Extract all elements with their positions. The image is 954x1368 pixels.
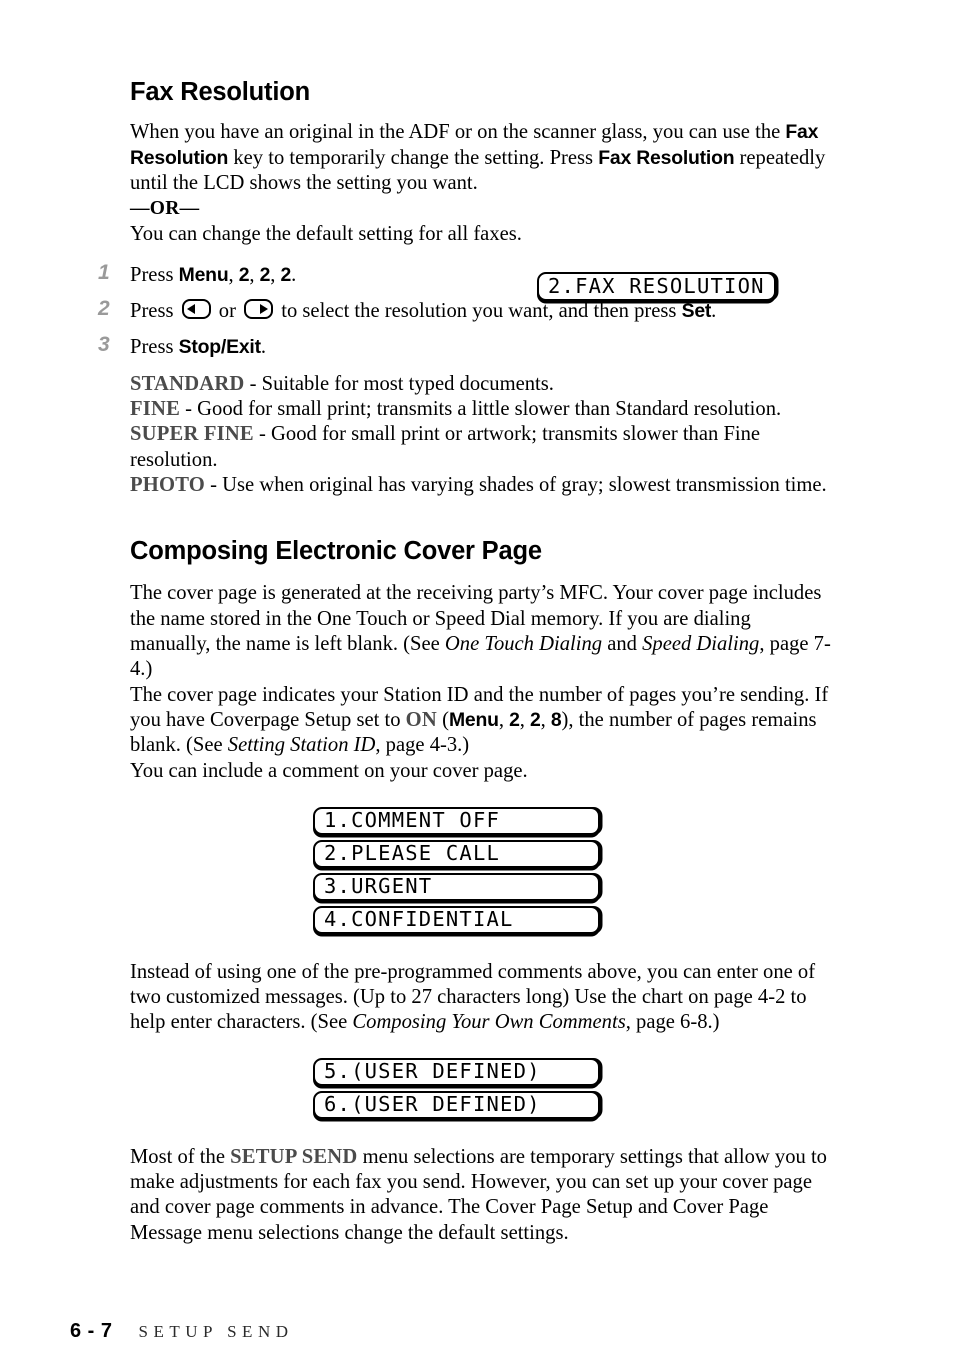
cp2-sep3: , xyxy=(540,708,551,731)
step-2: 2 Press or to select the resolution you … xyxy=(98,297,835,324)
cover-page-paragraph-2: The cover page indicates your Station ID… xyxy=(130,683,835,759)
fax-resolution-steps: 1 Press Menu, 2, 2, 2. 2 Press or to sel… xyxy=(98,261,835,361)
fax-resolution-intro-paragraph: When you have an original in the ADF or … xyxy=(130,120,835,246)
cp2-text-g: , page 4-3.) xyxy=(375,734,470,757)
definition-term-standard: STANDARD xyxy=(130,372,245,395)
cross-reference-one-touch-dialing: One Touch Dialing xyxy=(444,633,603,656)
key-digit-1: 2 xyxy=(509,708,520,731)
key-digit-2: 2 xyxy=(530,708,541,731)
cover-page-paragraph-5: Most of the SETUP SEND menu selections a… xyxy=(130,1145,835,1246)
step-number: 1 xyxy=(98,260,110,284)
key-name-menu: Menu xyxy=(178,263,229,286)
menu-name-setup-send: SETUP SEND xyxy=(230,1145,358,1168)
intro-text-a: When you have an original in the ADF or … xyxy=(130,121,786,144)
lcd-option-user-defined-5: 5.(USER DEFINED) xyxy=(313,1057,600,1086)
step-text: Press or to select the resolution you wa… xyxy=(130,299,717,323)
step1-text-a: Press xyxy=(130,263,179,286)
resolution-definitions: STANDARD - Suitable for most typed docum… xyxy=(130,372,835,498)
arrow-left-key-icon xyxy=(181,299,211,320)
step-text: Press Stop/Exit. xyxy=(130,336,266,358)
step2-text-d: . xyxy=(711,300,717,323)
cover-page-paragraph-1: The cover page is generated at the recei… xyxy=(130,581,835,682)
cp2-sep1: , xyxy=(498,708,510,731)
lcd-option-urgent: 3.URGENT xyxy=(313,872,600,901)
setting-value-on: ON xyxy=(405,708,437,731)
cp4-text-b: , page 6-8.) xyxy=(625,1011,720,1034)
key-name-fax-resolution-2: Fax Resolution xyxy=(598,146,735,169)
definition-term-photo: PHOTO xyxy=(130,473,205,496)
cross-reference-composing-your-own-comments: Composing Your Own Comments xyxy=(352,1011,626,1034)
cover-page-paragraph-3: You can include a comment on your cover … xyxy=(130,759,528,782)
definition-term-super-fine: SUPER FINE xyxy=(130,423,254,446)
cp5-text-a: Most of the xyxy=(130,1145,231,1168)
section-heading-fax-resolution: Fax Resolution xyxy=(130,78,310,106)
step1-text-c: . xyxy=(291,263,297,286)
step3-text-b: . xyxy=(260,336,267,359)
key-digit-3: 2 xyxy=(280,263,292,286)
key-digit-2: 2 xyxy=(259,263,271,286)
step2-text-b: or xyxy=(213,300,242,323)
arrow-right-key-icon xyxy=(244,299,274,320)
key-digit-8: 8 xyxy=(550,708,562,731)
intro-default-setting-text: You can change the default setting for a… xyxy=(130,222,522,245)
cross-reference-speed-dialing: Speed Dialing xyxy=(642,633,760,656)
or-divider: —OR— xyxy=(130,198,200,220)
key-name-set: Set xyxy=(681,300,712,323)
step-number: 3 xyxy=(98,333,110,357)
key-name-menu: Menu xyxy=(448,708,499,731)
step2-text-a: Press xyxy=(130,300,179,323)
step1-sep2: , xyxy=(270,263,281,286)
lcd-option-user-defined-6: 6.(USER DEFINED) xyxy=(313,1090,600,1119)
definition-desc-photo: - Use when original has varying shades o… xyxy=(205,473,827,496)
lcd-option-comment-off: 1.COMMENT OFF xyxy=(313,806,600,835)
definition-desc-fine: - Good for small print; transmits a litt… xyxy=(180,397,782,420)
footer-chapter-label: SETUP SEND xyxy=(138,1322,294,1341)
lcd-option-please-call: 2.PLEASE CALL xyxy=(313,839,600,868)
cover-page-paragraph-4: Instead of using one of the pre-programm… xyxy=(130,960,835,1036)
step-number: 2 xyxy=(98,297,110,321)
step3-text-a: Press xyxy=(130,336,179,359)
key-digit-1: 2 xyxy=(238,263,250,286)
step-text: Press Menu, 2, 2, 2. xyxy=(130,264,296,286)
step-3: 3 Press Stop/Exit. xyxy=(98,333,835,360)
key-name-stop-exit: Stop/Exit xyxy=(178,336,261,359)
cross-reference-setting-station-id: Setting Station ID xyxy=(227,734,376,757)
step1-sep0: , xyxy=(228,263,239,286)
manual-page: 2.FAX RESOLUTION Fax Resolution When you… xyxy=(0,0,954,1368)
footer-page-number: 6 - 7 xyxy=(70,1320,113,1342)
comment-options-list: 1.COMMENT OFF 2.PLEASE CALL 3.URGENT 4.C… xyxy=(313,806,835,934)
cp2-text-b: ( xyxy=(436,708,449,731)
step1-sep1: , xyxy=(249,263,260,286)
cp1-text-b: and xyxy=(602,633,643,656)
cp2-sep2: , xyxy=(519,708,530,731)
page-content: Fax Resolution When you have an original… xyxy=(98,78,835,1246)
definition-desc-standard: - Suitable for most typed documents. xyxy=(244,372,554,395)
step-1: 1 Press Menu, 2, 2, 2. xyxy=(98,261,835,288)
lcd-option-confidential: 4.CONFIDENTIAL xyxy=(313,905,600,934)
user-defined-options-list: 5.(USER DEFINED) 6.(USER DEFINED) xyxy=(313,1057,835,1119)
intro-text-b: key to temporarily change the setting. P… xyxy=(228,146,599,169)
page-footer: 6 - 7 SETUP SEND xyxy=(70,1320,294,1343)
definition-term-fine: FINE xyxy=(130,397,181,420)
section-heading-cover-page: Composing Electronic Cover Page xyxy=(130,537,542,566)
step2-text-c: to select the resolution you want, and t… xyxy=(276,300,682,323)
